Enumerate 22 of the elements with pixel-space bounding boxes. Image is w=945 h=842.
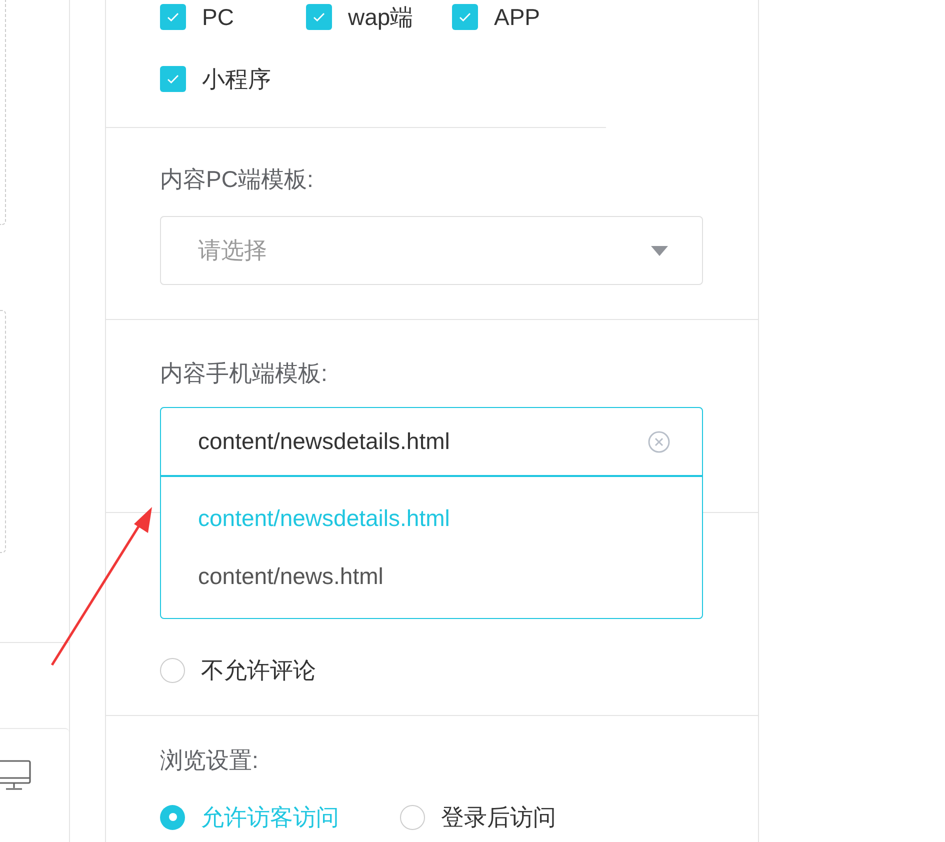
- select-field[interactable]: content/newsdetails.html: [160, 407, 703, 476]
- checkbox[interactable]: [306, 4, 332, 30]
- checkbox[interactable]: [160, 66, 186, 92]
- checkbox[interactable]: [160, 4, 186, 30]
- caret-down-icon: [651, 246, 668, 256]
- radio-button[interactable]: [160, 658, 185, 682]
- field-label: 内容手机端模板:: [160, 359, 328, 388]
- radio-label: 允许访客访问: [201, 802, 339, 832]
- radio-label: 不允许评论: [201, 656, 316, 685]
- checkbox-label: APP: [494, 2, 540, 32]
- field-label: 内容PC端模板:: [160, 165, 314, 194]
- monitor-icon: [0, 760, 32, 792]
- checkbox-label: 小程序: [202, 64, 271, 94]
- radio-label: 登录后访问: [441, 802, 556, 832]
- checkbox[interactable]: [452, 4, 478, 30]
- radio-button[interactable]: [160, 804, 185, 830]
- field-label: 浏览设置:: [160, 746, 260, 775]
- dropdown-option[interactable]: content/news.html: [161, 561, 384, 591]
- checkbox-label: wap端: [348, 2, 414, 32]
- radio-button[interactable]: [400, 804, 425, 830]
- checkbox-label: PC: [202, 2, 234, 32]
- clear-icon[interactable]: [648, 430, 670, 452]
